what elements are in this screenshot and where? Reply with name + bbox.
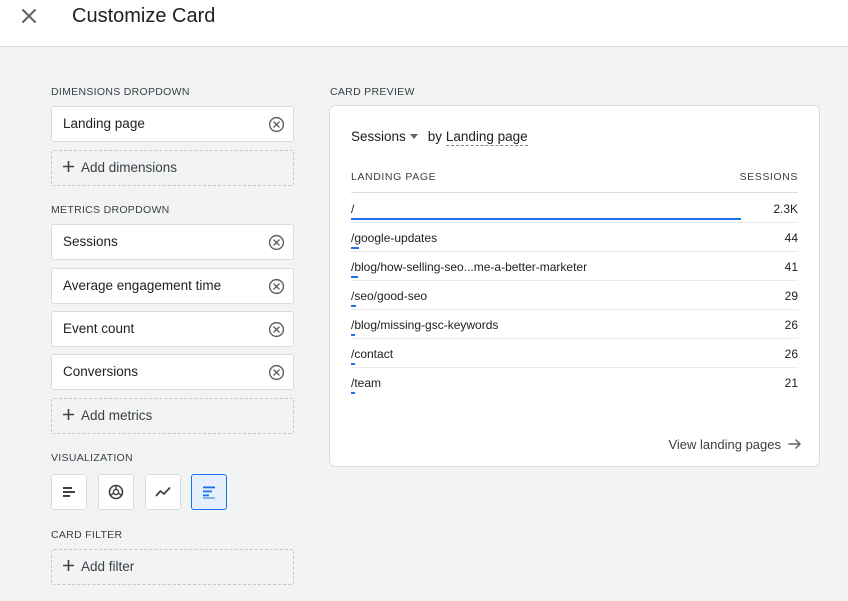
remove-circle-icon[interactable] (268, 321, 285, 338)
row-page: /contact (351, 347, 394, 361)
dimension-chip-label: Landing page (63, 116, 145, 131)
card-preview-label: CARD PREVIEW (330, 86, 415, 98)
metric-chip-label: Event count (63, 321, 135, 336)
dimension-dropdown[interactable]: Landing page (445, 129, 528, 146)
metric-chip-conversions[interactable]: Conversions (51, 354, 294, 390)
row-value: 29 (784, 289, 798, 303)
remove-circle-icon[interactable] (268, 234, 285, 251)
row-bar (351, 305, 356, 307)
add-metrics-button[interactable]: Add metrics (51, 398, 294, 434)
row-page: /google-updates (351, 231, 438, 245)
plus-icon (63, 161, 74, 172)
row-page: /seo/good-seo (351, 289, 428, 303)
table-row[interactable]: /blog/how-selling-seo...me-a-better-mark… (351, 252, 798, 281)
viz-bar-chart-button[interactable] (51, 474, 87, 510)
add-filter-label: Add filter (81, 559, 135, 574)
metric-chip-label: Conversions (63, 364, 139, 379)
page-title: Customize Card (72, 5, 216, 27)
viz-donut-chart-button[interactable] (98, 474, 134, 510)
row-bar (351, 363, 355, 365)
metric-chip-label: Average engagement time (63, 278, 222, 293)
table-row[interactable]: /seo/good-seo 29 (351, 281, 798, 310)
dimension-chip-landing-page[interactable]: Landing page (51, 106, 294, 142)
row-bar (351, 218, 741, 220)
column-header-sessions: SESSIONS (739, 171, 798, 183)
metric-chip-event-count[interactable]: Event count (51, 311, 294, 347)
donut-chart-icon (108, 484, 124, 500)
table-row[interactable]: /contact 26 (351, 339, 798, 368)
row-value: 26 (784, 347, 798, 361)
remove-circle-icon[interactable] (268, 364, 285, 381)
table-row[interactable]: /google-updates 44 (351, 223, 798, 252)
remove-circle-icon[interactable] (268, 278, 285, 295)
row-bar (351, 334, 355, 336)
row-value: 2.3K (773, 202, 798, 216)
metric-chip-label: Sessions (63, 234, 118, 249)
card-heading: Sessions by Landing page (351, 129, 528, 146)
row-value: 26 (784, 318, 798, 332)
add-metrics-label: Add metrics (81, 408, 153, 423)
row-page: /team (351, 376, 382, 390)
row-page: / (351, 202, 355, 216)
row-bar (351, 392, 355, 394)
add-dimensions-button[interactable]: Add dimensions (51, 150, 294, 186)
row-bar (351, 247, 359, 249)
row-value: 41 (784, 260, 798, 274)
card-preview: Sessions by Landing page LANDING PAGE SES… (329, 105, 820, 467)
table-row[interactable]: / 2.3K (351, 194, 798, 223)
by-text: by (427, 129, 443, 144)
plus-icon (63, 409, 74, 420)
row-page: /blog/missing-gsc-keywords (351, 318, 499, 332)
header: Customize Card (0, 0, 848, 47)
viz-table-bar-button[interactable] (191, 474, 227, 510)
viz-line-chart-button[interactable] (145, 474, 181, 510)
row-page: /blog/how-selling-seo...me-a-better-mark… (351, 260, 588, 274)
remove-circle-icon[interactable] (268, 116, 285, 133)
metric-chip-sessions[interactable]: Sessions (51, 224, 294, 260)
metrics-label: METRICS DROPDOWN (51, 204, 170, 216)
add-dimensions-label: Add dimensions (81, 160, 178, 175)
column-header-landing-page: LANDING PAGE (351, 171, 437, 183)
close-icon[interactable] (17, 4, 41, 28)
table-row[interactable]: /blog/missing-gsc-keywords 26 (351, 310, 798, 339)
line-chart-icon (155, 486, 171, 497)
row-bar (351, 276, 358, 278)
table-header: LANDING PAGE SESSIONS (351, 171, 798, 193)
dimensions-label: DIMENSIONS DROPDOWN (51, 86, 190, 98)
visualization-label: VISUALIZATION (51, 452, 133, 464)
row-value: 21 (784, 376, 798, 390)
arrow-right-icon (788, 439, 801, 449)
table-bar-icon (203, 486, 215, 499)
plus-icon (63, 560, 74, 571)
metric-chip-average-engagement-time[interactable]: Average engagement time (51, 268, 294, 304)
metric-dropdown-label: Sessions (351, 129, 406, 144)
card-filter-label: CARD FILTER (51, 529, 123, 541)
table-row[interactable]: /team 21 (351, 368, 798, 397)
caret-down-icon (409, 134, 418, 139)
metric-dropdown[interactable]: Sessions (351, 129, 428, 144)
view-landing-pages-link[interactable]: View landing pages (668, 436, 803, 452)
bar-chart-icon (63, 487, 75, 497)
row-value: 44 (784, 231, 798, 245)
add-filter-button[interactable]: Add filter (51, 549, 294, 585)
view-landing-pages-label: View landing pages (668, 437, 781, 452)
